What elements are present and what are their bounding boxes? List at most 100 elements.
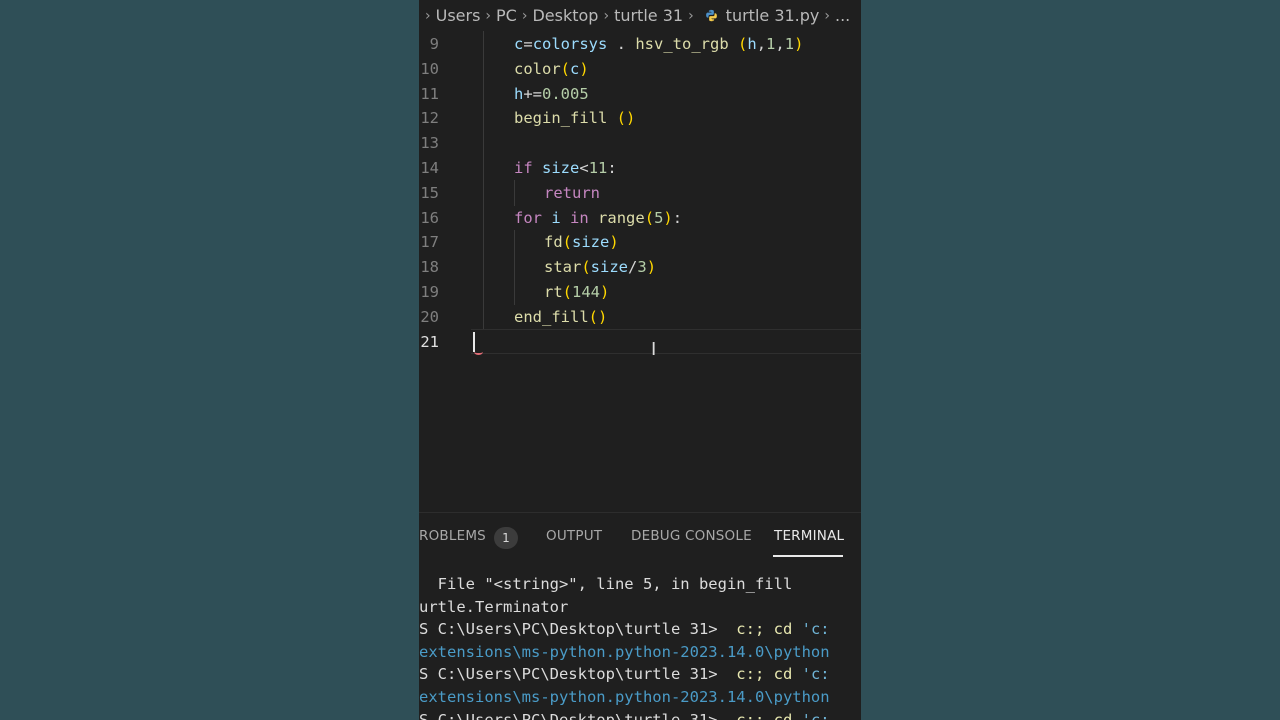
line-number: 11 [420, 84, 439, 103]
code-token: ) [646, 258, 657, 277]
code-text: rt(144) [544, 280, 609, 305]
breadcrumb-item-file[interactable]: turtle 31.py [704, 6, 821, 25]
code-text: fd(size) [544, 230, 619, 255]
bottom-panel: ROBLEMS 1 OUTPUT DEBUG CONSOLE TERMINAL … [419, 512, 861, 720]
code-token: += [523, 84, 543, 103]
line-number: 21 [420, 332, 439, 351]
code-line[interactable]: 16 for i in range(5): [419, 206, 861, 231]
code-text: color(c) [514, 57, 589, 82]
code-token: . [607, 35, 636, 53]
code-token: size [542, 159, 580, 177]
tab-output[interactable]: OUTPUT [546, 528, 602, 544]
code-token: 1 [766, 35, 776, 53]
code-text: c=colorsys . hsv_to_rgb (h,1,1) [514, 32, 803, 57]
code-token: , [775, 35, 785, 53]
breadcrumb-item-folder[interactable]: turtle 31 [613, 6, 684, 25]
code-text: return [544, 181, 600, 206]
code-token: 5 [654, 208, 664, 227]
code-token: < [579, 159, 589, 177]
code-token: h [514, 84, 524, 103]
code-token: () [616, 109, 636, 128]
code-token: () [588, 307, 608, 326]
code-token: ) [600, 283, 610, 301]
code-token: ( [560, 59, 571, 78]
code-line[interactable]: 18 star(size/3) [419, 255, 861, 280]
code-line[interactable]: 17 fd(size) [419, 230, 861, 255]
code-token: in [570, 208, 589, 227]
code-line[interactable]: 14 if size<11: [419, 156, 861, 181]
code-token: / [628, 258, 638, 277]
breadcrumb-item-desktop[interactable]: Desktop [531, 6, 599, 25]
code-token: h [747, 35, 757, 53]
breadcrumb-overflow[interactable]: ... [834, 6, 851, 25]
code-token: ) [579, 59, 589, 78]
vscode-window: › Users › PC › Desktop › turtle 31 › tur… [419, 0, 861, 720]
code-token: size [572, 233, 610, 252]
code-text: begin_fill () [514, 106, 635, 131]
terminal-prompt: S C:\Users\PC\Desktop\turtle 31> [419, 665, 727, 684]
code-token: 1 [784, 35, 795, 53]
line-number: 19 [420, 283, 439, 301]
terminal-prompt: S C:\Users\PC\Desktop\turtle 31> [419, 710, 727, 720]
line-number: 16 [420, 208, 439, 227]
code-editor[interactable]: I 9 c=colorsys . hsv_to_rgb (h,1,1) 10 colo… [419, 31, 861, 511]
breadcrumb-separator: › [688, 7, 694, 24]
code-token: : [672, 208, 683, 227]
code-line[interactable]: 20 end_fill() [419, 305, 861, 330]
breadcrumb-separator: › [425, 7, 431, 24]
line-number: 13 [420, 134, 439, 153]
code-token: ) [663, 208, 673, 227]
tab-terminal[interactable]: TERMINAL [774, 528, 844, 544]
code-token: ( [562, 233, 573, 252]
code-token: ( [738, 35, 748, 53]
terminal-string: 'c: [801, 620, 830, 639]
breadcrumb-item-users[interactable]: Users [435, 6, 482, 25]
code-token: ( [644, 208, 655, 227]
code-text: for i in range(5): [514, 206, 682, 231]
code-line[interactable]: 9 c=colorsys . hsv_to_rgb (h,1,1) [419, 32, 861, 57]
terminal-line: urtle.Terminator [419, 597, 569, 616]
line-number: 18 [420, 258, 439, 277]
line-number: 20 [420, 307, 439, 326]
code-token: 11 [588, 159, 608, 177]
terminal-line: S C:\Users\PC\Desktop\turtle 31> c:; cd … [419, 709, 830, 720]
terminal-output[interactable]: File "<string>", line 5, in begin_fill ur… [419, 573, 861, 720]
terminal-prompt: S C:\Users\PC\Desktop\turtle 31> [419, 620, 727, 639]
code-line[interactable]: 15 return [419, 181, 861, 206]
code-token: 144 [572, 283, 601, 301]
tab-debug-console[interactable]: DEBUG CONSOLE [631, 528, 752, 544]
terminal-path-line: extensions\ms-python.python-2023.14.0\py… [419, 642, 830, 661]
tab-problems[interactable]: ROBLEMS [419, 528, 486, 544]
code-token: for [514, 208, 542, 227]
code-token: size [590, 258, 628, 277]
breadcrumb-item-pc[interactable]: PC [495, 6, 518, 25]
code-token: return [544, 183, 600, 202]
active-tab-indicator [773, 555, 843, 557]
breadcrumb-separator: › [603, 7, 610, 24]
code-line[interactable]: 11 h+=0.005 [419, 82, 861, 107]
code-token: if [514, 159, 533, 177]
line-number: 12 [420, 109, 439, 128]
code-line[interactable]: 10 color(c) [419, 57, 861, 82]
code-text: star(size/3) [544, 255, 656, 280]
code-line[interactable]: 19 rt(144) [419, 280, 861, 305]
breadcrumb-separator: › [521, 7, 528, 24]
code-token: ( [562, 283, 573, 301]
code-token: end_fill [514, 307, 589, 326]
terminal-path-line: extensions\ms-python.python-2023.14.0\py… [419, 688, 830, 706]
code-line[interactable]: 13 [419, 131, 861, 156]
line-number: 17 [420, 233, 439, 252]
code-line[interactable]: 21 [419, 330, 861, 355]
code-line[interactable]: 12 begin_fill () [419, 106, 861, 131]
video-background-right [861, 0, 1280, 720]
breadcrumb-separator: › [824, 7, 830, 24]
code-token: i [551, 208, 561, 227]
terminal-command: c:; cd [726, 665, 802, 684]
code-token: c [570, 59, 580, 78]
terminal-string: 'c: [801, 665, 830, 684]
problems-count-badge: 1 [494, 527, 518, 549]
